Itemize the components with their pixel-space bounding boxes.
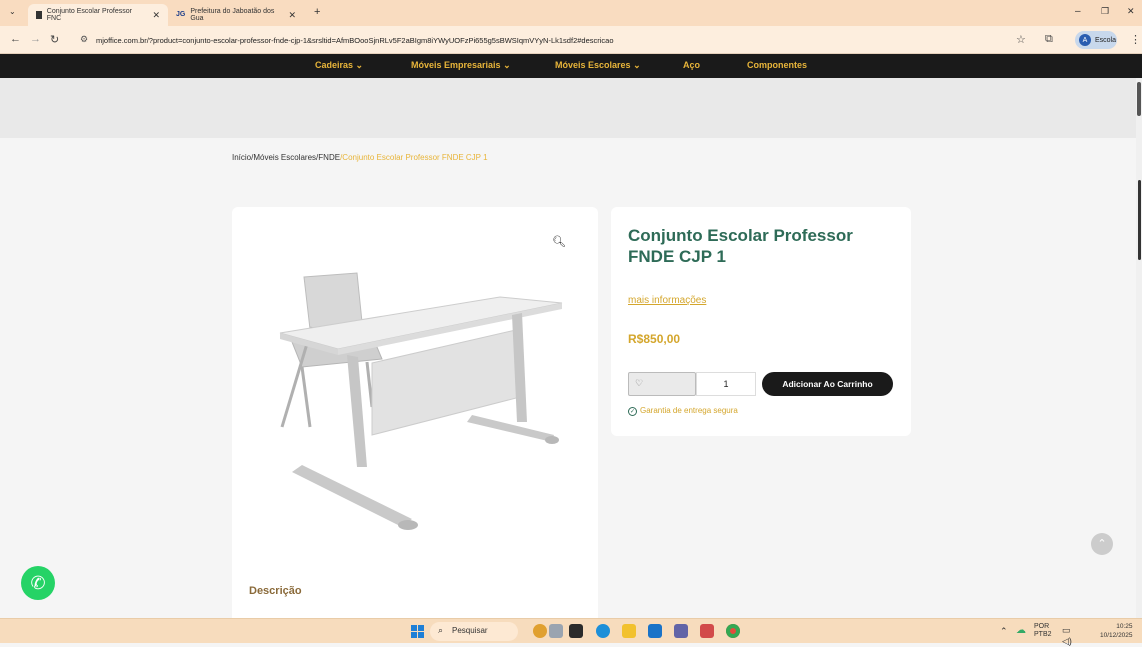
new-tab-icon[interactable]: + bbox=[314, 6, 320, 18]
breadcrumb-home[interactable]: Início bbox=[232, 153, 251, 162]
product-price: R$850,00 bbox=[628, 332, 681, 346]
teams-icon[interactable] bbox=[674, 624, 688, 638]
browser-tab-bar: ⌄ Conjunto Escolar Professor FNC ✕ JG Pr… bbox=[0, 0, 1142, 26]
breadcrumb-subcategory[interactable]: FNDE bbox=[318, 153, 340, 162]
more-info-link[interactable]: mais informações bbox=[628, 295, 706, 306]
minimize-icon[interactable]: – bbox=[1075, 6, 1081, 17]
scroll-to-top-icon[interactable]: ⌃ bbox=[1091, 533, 1113, 555]
nav-item-componentes[interactable]: Componentes bbox=[747, 60, 807, 70]
chevron-down-icon: ⌄ bbox=[503, 60, 511, 70]
tab-title: Prefeitura do Jaboatão dos Gua bbox=[190, 8, 275, 22]
clock-time: 10:25 bbox=[1116, 623, 1133, 630]
page-banner bbox=[0, 78, 1142, 138]
breadcrumb: Início/Móveis Escolares/FNDE/Conjunto Es… bbox=[232, 153, 488, 162]
nav-item-cadeiras[interactable]: Cadeiras ⌄ bbox=[315, 60, 363, 71]
tab-inactive[interactable]: JG Prefeitura do Jaboatão dos Gua ✕ bbox=[168, 4, 304, 26]
browser-address-bar: ← → ↻ ⚙ mjoffice.com.br/?product=conjunt… bbox=[0, 26, 1142, 54]
network-volume-icon[interactable]: ▭ ◁) bbox=[1062, 625, 1072, 647]
add-to-cart-button[interactable]: Adicionar Ao Carrinho bbox=[762, 372, 893, 396]
tab-menu-icon[interactable]: ⌄ bbox=[9, 7, 16, 16]
guarantee-text: Garantia de entrega segura bbox=[640, 406, 738, 415]
chevron-up-icon[interactable]: ⌃ bbox=[1000, 626, 1008, 637]
search-placeholder: Pesquisar bbox=[452, 626, 488, 635]
scrollbar-thumb[interactable] bbox=[1137, 82, 1141, 116]
chevron-down-icon: ⌄ bbox=[633, 60, 641, 70]
site-nav: Cadeiras ⌄ Móveis Empresariais ⌄ Móveis … bbox=[0, 54, 1142, 78]
close-tab-icon[interactable]: ✕ bbox=[152, 10, 160, 21]
page-scrollbar-thumb[interactable] bbox=[1138, 180, 1141, 260]
notes-app-icon[interactable] bbox=[569, 624, 583, 638]
profile-button[interactable]: A Escola bbox=[1075, 31, 1117, 49]
scrollbar-track[interactable] bbox=[1136, 78, 1142, 618]
product-image-card: 🔍︎ Descrição bbox=[232, 207, 598, 627]
taskbar-clock[interactable]: 10:25 10/12/2025 bbox=[1100, 622, 1133, 640]
site-info-icon[interactable]: ⚙ bbox=[80, 34, 88, 45]
jg-favicon-icon: JG bbox=[176, 10, 186, 18]
guarantee-note: ✓ Garantia de entrega segura bbox=[628, 406, 738, 416]
check-circle-icon: ✓ bbox=[628, 407, 637, 416]
profile-label: Escola bbox=[1095, 36, 1117, 44]
nav-item-moveis-empresariais[interactable]: Móveis Empresariais ⌄ bbox=[411, 60, 511, 71]
nav-item-aco[interactable]: Aço bbox=[683, 60, 700, 70]
url-text: mjoffice.com.br/?product=conjunto-escola… bbox=[96, 35, 614, 45]
heart-icon: ♡ bbox=[635, 378, 644, 388]
tab-title: Conjunto Escolar Professor FNC bbox=[46, 8, 132, 22]
extensions-icon[interactable]: ⧉ bbox=[1045, 33, 1053, 46]
reload-icon[interactable]: ↻ bbox=[50, 33, 59, 46]
taskbar-search-input[interactable]: ⌕ Pesquisar bbox=[430, 622, 518, 641]
wishlist-button[interactable]: ♡ bbox=[628, 372, 696, 396]
weather-icon[interactable]: ☁ bbox=[1016, 625, 1026, 636]
forward-icon[interactable]: → bbox=[30, 33, 41, 45]
edge-browser-icon[interactable] bbox=[596, 624, 610, 638]
restore-icon[interactable]: ❐ bbox=[1101, 6, 1109, 17]
close-window-icon[interactable]: ✕ bbox=[1127, 6, 1135, 17]
task-view-icon[interactable] bbox=[549, 624, 563, 638]
product-info-card: Conjunto Escolar Professor FNDE CJP 1 ma… bbox=[611, 207, 911, 436]
windows-start-icon[interactable] bbox=[411, 625, 424, 638]
url-field[interactable]: ⚙ mjoffice.com.br/?product=conjunto-esco… bbox=[72, 30, 1032, 50]
back-icon[interactable]: ← bbox=[10, 33, 21, 45]
chrome-icon[interactable] bbox=[726, 624, 740, 638]
pdf-app-icon[interactable] bbox=[700, 624, 714, 638]
quantity-input[interactable]: 1 bbox=[696, 372, 756, 396]
product-image[interactable] bbox=[262, 267, 582, 557]
chevron-down-icon: ⌄ bbox=[355, 60, 364, 70]
avatar: A bbox=[1079, 34, 1091, 46]
widgets-icon[interactable] bbox=[533, 624, 547, 638]
breadcrumb-current: Conjunto Escolar Professor FNDE CJP 1 bbox=[342, 153, 488, 162]
bookmark-star-icon[interactable]: ☆ bbox=[1016, 33, 1026, 46]
breadcrumb-category[interactable]: Móveis Escolares bbox=[253, 153, 316, 162]
browser-menu-icon[interactable]: ⋮ bbox=[1130, 33, 1141, 46]
nav-item-moveis-escolares[interactable]: Móveis Escolares ⌄ bbox=[555, 60, 641, 71]
product-title: Conjunto Escolar Professor FNDE CJP 1 bbox=[628, 226, 853, 266]
description-heading[interactable]: Descrição bbox=[249, 585, 302, 597]
file-explorer-icon[interactable] bbox=[622, 624, 636, 638]
whatsapp-icon[interactable]: ✆ bbox=[21, 566, 55, 600]
language-code: POR bbox=[1034, 623, 1050, 630]
language-indicator[interactable]: POR PTB2 bbox=[1034, 623, 1052, 639]
clock-date: 10/12/2025 bbox=[1100, 632, 1133, 639]
windows-taskbar: ⌕ Pesquisar ⌃ ☁ POR PTB2 ▭ ◁) 10:25 10/12… bbox=[0, 618, 1142, 646]
zoom-search-icon[interactable]: 🔍︎ bbox=[552, 235, 566, 248]
keyboard-layout: PTB2 bbox=[1034, 631, 1052, 638]
close-tab-icon[interactable]: ✕ bbox=[288, 10, 296, 21]
page-favicon-icon bbox=[36, 11, 42, 19]
tab-active[interactable]: Conjunto Escolar Professor FNC ✕ bbox=[28, 4, 168, 26]
outlook-icon[interactable] bbox=[648, 624, 662, 638]
search-icon: ⌕ bbox=[438, 625, 444, 635]
